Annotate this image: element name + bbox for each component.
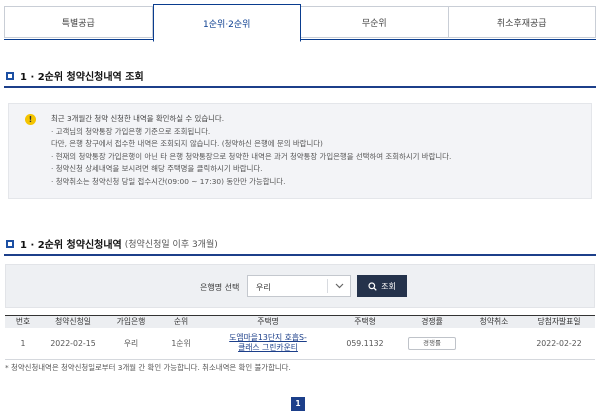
tab-special-supply[interactable]: 특별공급 — [4, 6, 153, 38]
section-title-inquiry: 1 · 2순위 청약신청내역 조회 — [6, 68, 144, 83]
notice-box: ! 최근 3개월간 청약 신청한 내역을 확인하실 수 있습니다. · 고객님의… — [8, 103, 592, 199]
bank-select-label: 은행명 선택 — [200, 283, 240, 292]
section-title-text: 1 · 2순위 청약신청내역 — [20, 240, 122, 251]
column-header: 주택형 — [331, 315, 399, 328]
tab-bar: 특별공급 1순위·2순위 무순위 취소후재공급 — [4, 4, 596, 42]
column-header: 청약취소 — [465, 315, 523, 328]
notice-line: 최근 3개월간 청약 신청한 내역을 확인하실 수 있습니다. — [51, 114, 225, 123]
house-name-link[interactable]: 도엠마을13단지 호흡S- 클래스 그린카운티 — [205, 327, 331, 360]
competition-cell: 경쟁률 — [399, 327, 465, 360]
section-subtitle: (청약신청일 이후 3개월) — [124, 240, 218, 250]
notice-line: · 고객님의 청약통장 가입은행 기준으로 조회됩니다. — [51, 126, 211, 136]
search-button[interactable]: 조회 — [357, 275, 407, 297]
pagination-page-current[interactable]: 1 — [291, 397, 305, 411]
section-divider — [4, 254, 596, 256]
column-header: 번호 — [5, 315, 41, 328]
section-title-history: 1 · 2순위 청약신청내역 (청약신청일 이후 3개월) — [6, 236, 218, 251]
house-type: 059.1132 — [331, 327, 399, 360]
column-header: 가입은행 — [105, 315, 157, 328]
square-bullet-icon — [6, 71, 14, 80]
section-title-text: 1 · 2순위 청약신청내역 조회 — [20, 72, 144, 83]
notice-line: · 현재의 청약통장 가입은행이 아닌 타 은행 청약통장으로 청약한 내역은 … — [51, 151, 452, 161]
notice-list: 최근 3개월간 청약 신청한 내역을 확인하실 수 있습니다. · 고객님의 청… — [51, 113, 451, 189]
column-header: 청약신청일 — [41, 315, 105, 328]
chevron-down-icon — [335, 283, 344, 289]
row-number: 1 — [5, 327, 41, 360]
select-divider — [327, 279, 328, 293]
house-name-line: 도엠마을13단지 호흡S- — [229, 333, 307, 343]
notice-line: · 청약취소는 청약신청 당일 접수시간(09:00 ~ 17:30) 동안만 … — [51, 176, 286, 186]
column-header: 주택명 — [205, 315, 331, 328]
footnote: * 청약신청내역은 청약신청일로부터 3개월 간 확인 가능합니다. 취소내역은… — [5, 363, 291, 372]
section-divider — [4, 86, 596, 88]
tab-rank-1-2[interactable]: 1순위·2순위 — [152, 4, 301, 42]
notice-line: · 청약신청 상세내역을 보시려면 해당 주택명을 클릭하시기 바랍니다. — [51, 164, 263, 174]
warning-icon: ! — [25, 114, 36, 125]
cancel-cell — [465, 327, 523, 360]
tab-cancel-resupply[interactable]: 취소후재공급 — [448, 6, 596, 38]
square-bullet-icon — [6, 239, 14, 248]
bank-select-value: 우리 — [256, 283, 271, 292]
application-table: 번호 청약신청일 가입은행 순위 주택명 주택형 경쟁률 청약취소 당첨자발표일… — [5, 315, 595, 360]
column-header: 당첨자발표일 — [523, 315, 595, 328]
announcement-date: 2022-02-22 — [523, 327, 595, 360]
filter-bar: 은행명 선택 우리 조회 — [5, 264, 595, 308]
column-header: 순위 — [157, 315, 205, 328]
table-header-row: 번호 청약신청일 가입은행 순위 주택명 주택형 경쟁률 청약취소 당첨자발표일 — [5, 315, 595, 328]
rank: 1순위 — [157, 327, 205, 360]
search-button-label: 조회 — [381, 281, 396, 291]
notice-line: 다만, 은행 창구에서 접수한 내역은 조회되지 않습니다. (청약하신 은행에… — [51, 139, 323, 149]
table-row: 1 2022-02-15 우리 1순위 도엠마을13단지 호흡S- 클래스 그린… — [5, 327, 595, 360]
house-name-line: 클래스 그린카운티 — [238, 343, 298, 353]
column-header: 경쟁률 — [399, 315, 465, 328]
tab-no-rank[interactable]: 무순위 — [301, 6, 449, 38]
competition-rate-button[interactable]: 경쟁률 — [408, 336, 456, 350]
bank-select[interactable]: 우리 — [247, 275, 351, 297]
bank-name: 우리 — [105, 327, 157, 360]
search-icon — [368, 281, 377, 291]
application-date: 2022-02-15 — [41, 327, 105, 360]
